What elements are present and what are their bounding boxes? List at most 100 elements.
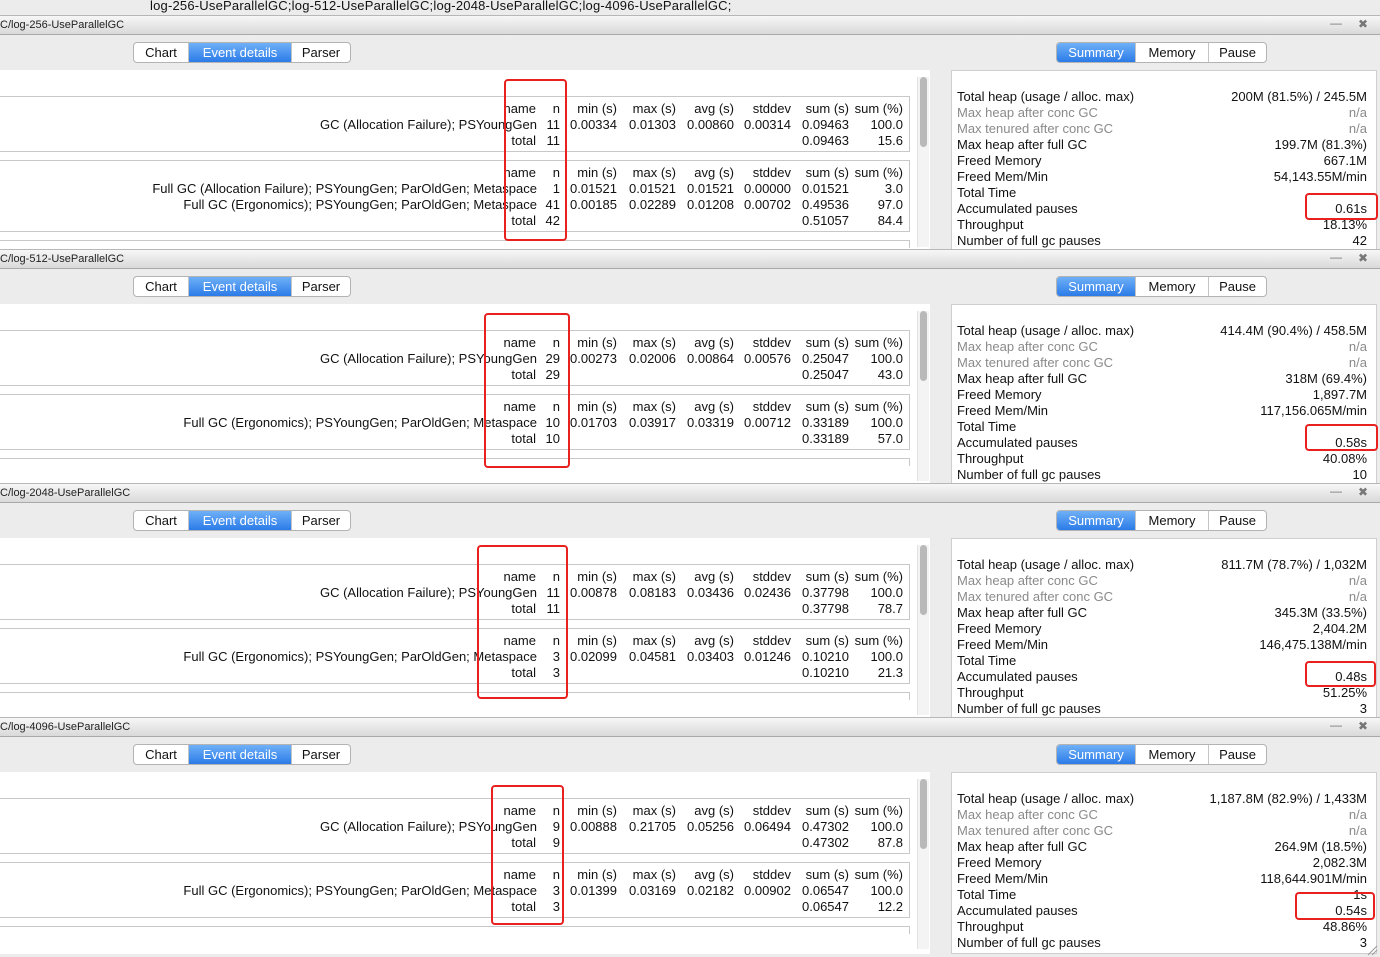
event-max: 0.21705 <box>629 819 676 834</box>
summary-label: Max heap after full GC <box>957 605 1088 620</box>
event-pct: 100.0 <box>870 415 903 430</box>
tab-event-details[interactable]: Event details <box>189 277 292 296</box>
summary-row-cut: Full GC Performance <box>957 951 1079 953</box>
summary-row: Freed Mem/Min 54,143.55M/min <box>957 169 1367 185</box>
summary-value: n/a <box>1348 573 1367 588</box>
resize-grip-icon[interactable] <box>1366 944 1378 956</box>
event-scrollbar[interactable] <box>917 779 929 949</box>
summary-value: 200M (81.5%) / 245.5M <box>1231 89 1367 104</box>
close-icon[interactable]: ✖ <box>1358 251 1368 265</box>
tab-pause[interactable]: Pause <box>1209 43 1266 62</box>
tab-pause[interactable]: Pause <box>1209 511 1266 530</box>
summary-row: Freed Memory 1,897.7M <box>957 387 1367 403</box>
highlight-box <box>1305 193 1378 220</box>
event-name: Full GC (Ergonomics); PSYoungGen; ParOld… <box>183 649 537 664</box>
tab-parser[interactable]: Parser <box>292 745 350 764</box>
summary-row: Max heap after conc GC n/a <box>957 339 1367 355</box>
minimize-icon[interactable]: — <box>1330 16 1342 30</box>
summary-row: Freed Memory 2,404.2M <box>957 621 1367 637</box>
event-max: 0.02289 <box>629 197 676 212</box>
summary-label: Total heap (usage / alloc. max) <box>957 791 1135 806</box>
tab-chart[interactable]: Chart <box>134 745 189 764</box>
tab-memory[interactable]: Memory <box>1136 511 1209 530</box>
close-icon[interactable]: ✖ <box>1358 485 1368 499</box>
column-header: min (s) <box>577 803 617 818</box>
summary-label: Freed Memory <box>957 153 1042 168</box>
event-max: 0.01521 <box>629 181 676 196</box>
event-min: 0.02099 <box>570 649 617 664</box>
summary-label: Freed Memory <box>957 855 1042 870</box>
tab-event-details[interactable]: Event details <box>189 511 292 530</box>
event-scrollbar[interactable] <box>917 77 929 247</box>
panel-header: C/log-512-UseParallelGC — ✖ <box>0 249 1380 269</box>
tab-pause[interactable]: Pause <box>1209 745 1266 764</box>
tab-summary[interactable]: Summary <box>1057 511 1136 530</box>
event-pct: 100.0 <box>870 117 903 132</box>
scrollbar-thumb[interactable] <box>920 545 927 615</box>
tab-memory[interactable]: Memory <box>1136 43 1209 62</box>
total-pct: 15.6 <box>877 133 903 148</box>
column-header: min (s) <box>577 633 617 648</box>
event-pct: 100.0 <box>870 351 903 366</box>
close-icon[interactable]: ✖ <box>1358 17 1368 31</box>
scrollbar-thumb[interactable] <box>920 779 927 849</box>
summary-label: Max heap after full GC <box>957 371 1088 386</box>
summary-value: 811.7M (78.7%) / 1,032M <box>1221 557 1367 572</box>
tab-event-details[interactable]: Event details <box>189 43 292 62</box>
summary-value: 414.4M (90.4%) / 458.5M <box>1220 323 1367 338</box>
summary-label: Throughput <box>957 685 1024 700</box>
event-scrollbar[interactable] <box>917 545 929 715</box>
tab-parser[interactable]: Parser <box>292 511 350 530</box>
event-max: 0.03169 <box>629 883 676 898</box>
scrollbar-thumb[interactable] <box>920 77 927 147</box>
tab-chart[interactable]: Chart <box>134 43 189 62</box>
column-header: avg (s) <box>694 633 734 648</box>
tab-pause[interactable]: Pause <box>1209 277 1266 296</box>
event-group: name n min (s) max (s) avg (s) stddev sum (s) s… <box>0 394 910 450</box>
summary-value: 42 <box>1352 233 1367 248</box>
event-avg: 0.05256 <box>687 819 734 834</box>
event-sum: 0.37798 <box>802 585 849 600</box>
tab-memory[interactable]: Memory <box>1136 277 1209 296</box>
total-sum: 0.10210 <box>802 665 849 680</box>
scrollbar-thumb[interactable] <box>920 311 927 381</box>
panel-title: C/log-256-UseParallelGC <box>0 19 125 31</box>
summary-label: Max heap after conc GC <box>957 105 1098 120</box>
summary-label: Freed Memory <box>957 621 1042 636</box>
summary-label: Accumulated pauses <box>957 669 1078 684</box>
minimize-icon[interactable]: — <box>1330 484 1342 498</box>
tab-summary[interactable]: Summary <box>1057 745 1136 764</box>
summary-row: Max tenured after conc GC n/a <box>957 589 1367 605</box>
column-header: sum (%) <box>854 867 903 882</box>
summary-value: 264.9M (18.5%) <box>1274 839 1368 854</box>
column-header: sum (%) <box>854 165 903 180</box>
tab-summary[interactable]: Summary <box>1057 43 1136 62</box>
tab-summary[interactable]: Summary <box>1057 277 1136 296</box>
column-header: stddev <box>752 633 791 648</box>
column-header: avg (s) <box>694 101 734 116</box>
minimize-icon[interactable]: — <box>1330 718 1342 732</box>
event-group: name n min (s) max (s) avg (s) stddev sum (s) s… <box>0 798 910 854</box>
tab-parser[interactable]: Parser <box>292 277 350 296</box>
event-avg: 0.00864 <box>687 351 734 366</box>
summary-row: Max tenured after conc GC n/a <box>957 121 1367 137</box>
column-header: avg (s) <box>694 803 734 818</box>
column-header: sum (s) <box>805 335 849 350</box>
event-min: 0.00878 <box>570 585 617 600</box>
tab-chart[interactable]: Chart <box>134 511 189 530</box>
event-min: 0.00185 <box>570 197 617 212</box>
event-name: Full GC (Allocation Failure); PSYoungGen… <box>152 181 537 196</box>
summary-value: 10 <box>1352 467 1367 482</box>
window-title-bar: log-256-UseParallelGC;log-512-UseParalle… <box>0 0 1380 15</box>
column-header: sum (%) <box>854 399 903 414</box>
tab-chart[interactable]: Chart <box>134 277 189 296</box>
column-header: min (s) <box>577 335 617 350</box>
tab-memory[interactable]: Memory <box>1136 745 1209 764</box>
tab-parser[interactable]: Parser <box>292 43 350 62</box>
close-icon[interactable]: ✖ <box>1358 719 1368 733</box>
tab-event-details[interactable]: Event details <box>189 745 292 764</box>
minimize-icon[interactable]: — <box>1330 250 1342 264</box>
log-panel: C/log-2048-UseParallelGC — ✖ Chart Event det… <box>0 483 1380 720</box>
event-scrollbar[interactable] <box>917 311 929 481</box>
column-header: avg (s) <box>694 569 734 584</box>
